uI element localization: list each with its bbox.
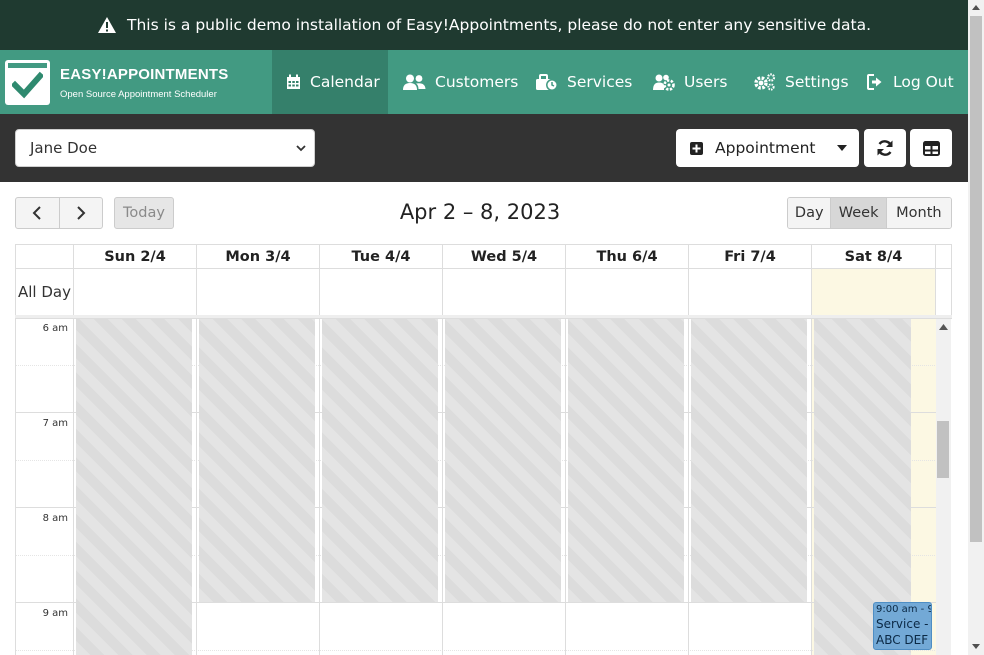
- time-label: 8 am: [42, 513, 68, 524]
- all-day-cell[interactable]: [73, 269, 196, 315]
- reload-button[interactable]: [864, 129, 906, 167]
- time-label: 7 am: [42, 418, 68, 429]
- logo: [5, 60, 50, 105]
- unavailable-slot: [199, 319, 315, 602]
- day-header: Fri 7/4: [688, 245, 811, 268]
- day-header: Thu 6/4: [565, 245, 688, 268]
- users-cog-icon: [653, 74, 675, 91]
- scroll-up-icon: [939, 324, 948, 330]
- nav-logout[interactable]: Log Out: [867, 50, 954, 114]
- calendar-icon: [287, 74, 300, 89]
- add-appointment-button[interactable]: Appointment: [676, 129, 859, 167]
- scroll-up-icon: [972, 5, 980, 10]
- all-day-cell-today[interactable]: [811, 269, 935, 315]
- sign-out-icon: [867, 74, 882, 90]
- nav-calendar-label: Calendar: [310, 73, 380, 91]
- chevron-right-icon: [77, 206, 86, 220]
- chevron-left-icon: [32, 206, 41, 220]
- nav-settings[interactable]: Settings: [753, 50, 849, 114]
- calendar-scrollbar[interactable]: [936, 319, 951, 655]
- view-month-button[interactable]: Month: [885, 198, 951, 228]
- warning-icon: [98, 17, 116, 33]
- plus-square-icon: [690, 141, 703, 155]
- nav-settings-label: Settings: [785, 73, 849, 91]
- appointment-label: Appointment: [715, 139, 816, 157]
- nav-customers-label: Customers: [435, 73, 519, 91]
- day-header-row: Sun 2/4 Mon 3/4 Tue 4/4 Wed 5/4 Thu 6/4 …: [15, 244, 952, 269]
- event-title: Service - ABC DEF: [876, 617, 929, 647]
- view-switcher: Day Week Month: [787, 197, 952, 229]
- page-scroll-thumb[interactable]: [970, 16, 982, 542]
- time-column-header: [16, 245, 73, 268]
- provider-value: Jane Doe: [30, 139, 98, 157]
- view-week-button[interactable]: Week: [830, 198, 886, 228]
- cogs-icon: [754, 73, 776, 91]
- scrollbar-gutter: [935, 269, 951, 315]
- calendar-toolbar: Jane Doe Appointment: [0, 114, 968, 182]
- chevron-down-icon: [296, 145, 306, 152]
- unavailable-slot: [322, 319, 438, 602]
- caret-down-icon: [837, 145, 847, 151]
- all-day-cell[interactable]: [688, 269, 811, 315]
- scroll-down-icon: [972, 644, 980, 649]
- users-icon: [403, 74, 426, 90]
- unavailable-slot: [76, 319, 192, 655]
- provider-select[interactable]: Jane Doe: [15, 129, 315, 167]
- check-icon: [12, 71, 43, 99]
- nav-customers[interactable]: Customers: [403, 50, 518, 114]
- event-time: 9:00 am - 9:30 am: [876, 604, 931, 615]
- day-header: Wed 5/4: [442, 245, 565, 268]
- brand-title: EASY!APPOINTMENTS: [60, 66, 229, 83]
- nav-users-label: Users: [684, 73, 728, 91]
- prev-button[interactable]: [16, 198, 59, 228]
- brand[interactable]: EASY!APPOINTMENTS Open Source Appointmen…: [5, 60, 228, 105]
- app-page: This is a public demo installation of Ea…: [0, 0, 968, 655]
- unavailable-slot: [568, 319, 684, 602]
- nav-services[interactable]: Services: [536, 50, 632, 114]
- today-button[interactable]: Today: [114, 197, 174, 229]
- next-button[interactable]: [58, 198, 103, 228]
- unavailable-slot: [445, 319, 561, 602]
- day-header: Mon 3/4: [196, 245, 319, 268]
- day-header: Tue 4/4: [319, 245, 442, 268]
- banner-text: This is a public demo installation of Ea…: [127, 16, 871, 34]
- table-view-button[interactable]: [910, 129, 952, 167]
- day-header: Sat 8/4: [811, 245, 935, 268]
- nav-calendar[interactable]: Calendar: [272, 50, 388, 114]
- nav-services-label: Services: [567, 73, 633, 91]
- all-day-cell[interactable]: [442, 269, 565, 315]
- services-icon: [536, 73, 558, 91]
- all-day-label: All Day: [18, 283, 71, 301]
- brand-subtitle: Open Source Appointment Scheduler: [60, 89, 217, 100]
- all-day-cell[interactable]: [196, 269, 319, 315]
- nav-logout-label: Log Out: [893, 73, 954, 91]
- time-label: 9 am: [42, 608, 68, 619]
- table-icon: [922, 140, 940, 156]
- day-header: Sun 2/4: [73, 245, 196, 268]
- view-day-button[interactable]: Day: [788, 198, 831, 228]
- time-label: 6 am: [42, 323, 68, 334]
- sync-icon: [877, 140, 893, 156]
- calendar-scroll-thumb[interactable]: [937, 421, 949, 478]
- calendar-title: Apr 2 – 8, 2023: [399, 200, 561, 224]
- all-day-cell[interactable]: [319, 269, 442, 315]
- unavailable-slot: [691, 319, 807, 602]
- nav-users[interactable]: Users: [653, 50, 727, 114]
- time-grid[interactable]: 6 am 7 am 8 am 9 am 9:00 am - 9:30 am Se…: [15, 319, 936, 655]
- app-header: EASY!APPOINTMENTS Open Source Appointmen…: [0, 50, 968, 114]
- calendar-nav-buttons: [15, 197, 103, 229]
- all-day-row: All Day: [15, 268, 952, 316]
- demo-banner: This is a public demo installation of Ea…: [0, 0, 968, 50]
- scrollbar-gutter: [935, 245, 951, 268]
- all-day-cell[interactable]: [565, 269, 688, 315]
- appointment-event[interactable]: 9:00 am - 9:30 am Service - ABC DEF: [873, 602, 932, 650]
